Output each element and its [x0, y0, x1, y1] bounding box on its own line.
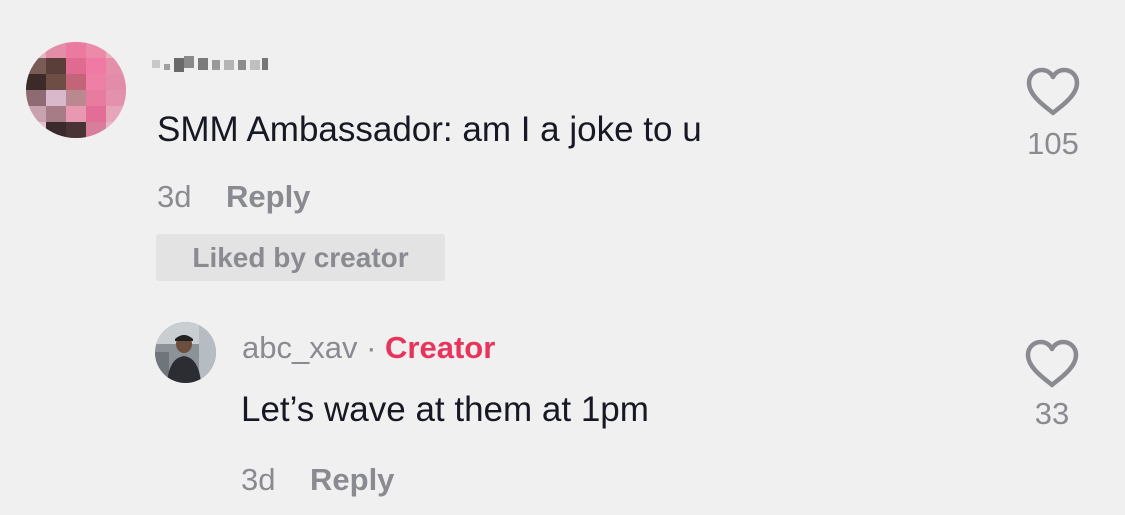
- creator-avatar[interactable]: [155, 322, 216, 383]
- creator-username[interactable]: abc_xav: [242, 330, 357, 365]
- creator-label: Creator: [385, 330, 496, 365]
- reply-reply-button[interactable]: Reply: [310, 460, 394, 500]
- comment-text: SMM Ambassador: am I a joke to u: [157, 110, 702, 149]
- reply-author-line: abc_xav · Creator: [242, 328, 495, 368]
- reply-text: Let’s wave at them at 1pm: [241, 390, 649, 429]
- liked-by-creator-badge: Liked by creator: [156, 234, 445, 281]
- comment-like-count: 105: [1027, 126, 1079, 161]
- commenter-avatar[interactable]: [26, 42, 126, 138]
- reply-like-count: 33: [1034, 396, 1070, 431]
- reply-timestamp: 3d: [241, 462, 276, 497]
- separator-dot: ·: [366, 330, 377, 365]
- commenter-username-pixelated[interactable]: [152, 52, 272, 78]
- heart-outline-icon[interactable]: [1024, 338, 1080, 395]
- heart-outline-icon[interactable]: [1025, 66, 1081, 123]
- comment-reply-button[interactable]: Reply: [226, 177, 310, 217]
- comment-timestamp: 3d: [157, 179, 192, 214]
